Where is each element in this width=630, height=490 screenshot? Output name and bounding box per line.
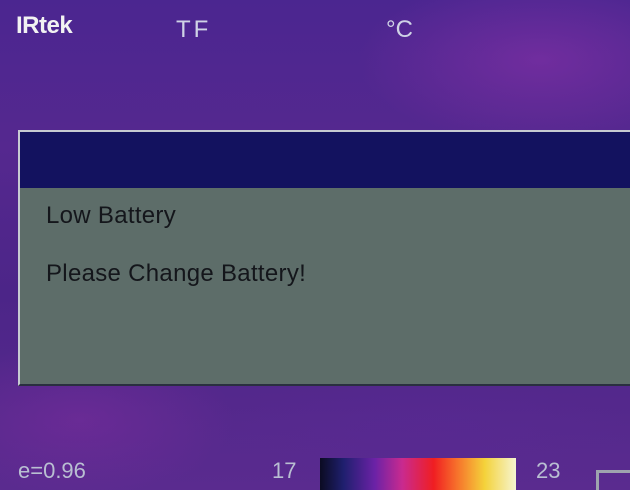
- dialog-message-body: Please Change Battery!: [46, 260, 307, 287]
- temperature-max: 23: [536, 458, 561, 483]
- dialog-titlebar: [20, 132, 630, 188]
- status-bar: e=0.96 17 23: [0, 448, 630, 490]
- low-battery-dialog: Low Battery Please Change Battery!: [18, 130, 630, 386]
- color-palette-bar: [320, 458, 516, 490]
- brand-logo: IRtek: [16, 12, 73, 39]
- emissivity-readout: e=0.96: [18, 458, 86, 483]
- battery-icon: [596, 470, 630, 490]
- dialog-message-title: Low Battery: [46, 202, 177, 229]
- temperature-min: 17: [272, 458, 297, 483]
- mode-label: TF: [176, 16, 212, 43]
- thermal-camera-screen: IRtek TF °C Low Battery Please Change Ba…: [0, 0, 630, 490]
- temperature-unit: °C: [386, 16, 413, 43]
